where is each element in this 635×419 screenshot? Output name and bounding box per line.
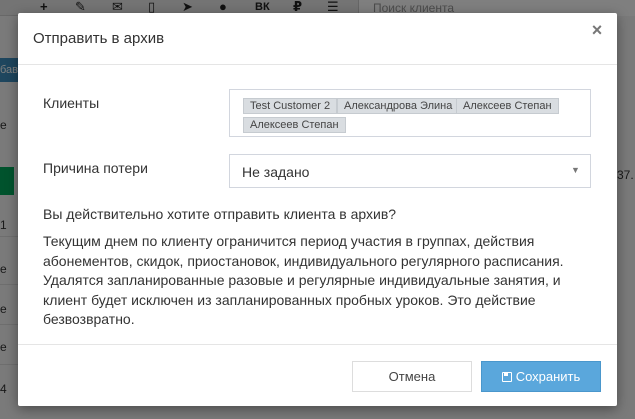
reason-label: Причина потери <box>43 160 148 176</box>
archive-modal: Отправить в архив × Клиенты Test Custome… <box>18 13 617 406</box>
client-tag[interactable]: Алексеев Степан <box>243 117 346 133</box>
floppy-disk-icon <box>501 372 512 382</box>
save-button[interactable]: Сохранить <box>481 361 601 392</box>
confirm-question: Вы действительно хотите отправить клиент… <box>43 206 397 222</box>
clients-multiselect[interactable]: Test Customer 2 Александрова Элина Алекс… <box>229 89 591 137</box>
loss-reason-value: Не задано <box>242 164 310 180</box>
client-tag[interactable]: Алексеев Степан <box>456 98 559 114</box>
save-button-label: Сохранить <box>515 369 581 384</box>
loss-reason-select[interactable]: Не задано ▼ <box>229 154 591 188</box>
cancel-button[interactable]: Отмена <box>352 361 472 392</box>
archive-warning-text: Текущим днем по клиенту ограничится пери… <box>43 233 564 327</box>
caret-down-icon: ▼ <box>571 165 580 175</box>
close-icon[interactable]: × <box>590 21 604 39</box>
modal-footer: Отмена Сохранить <box>18 344 617 406</box>
clients-label: Клиенты <box>43 95 100 111</box>
client-tag[interactable]: Александрова Элина <box>337 98 460 114</box>
modal-header: Отправить в архив × <box>18 13 617 65</box>
client-tag[interactable]: Test Customer 2 <box>243 98 338 114</box>
modal-title: Отправить в архив <box>33 30 165 47</box>
